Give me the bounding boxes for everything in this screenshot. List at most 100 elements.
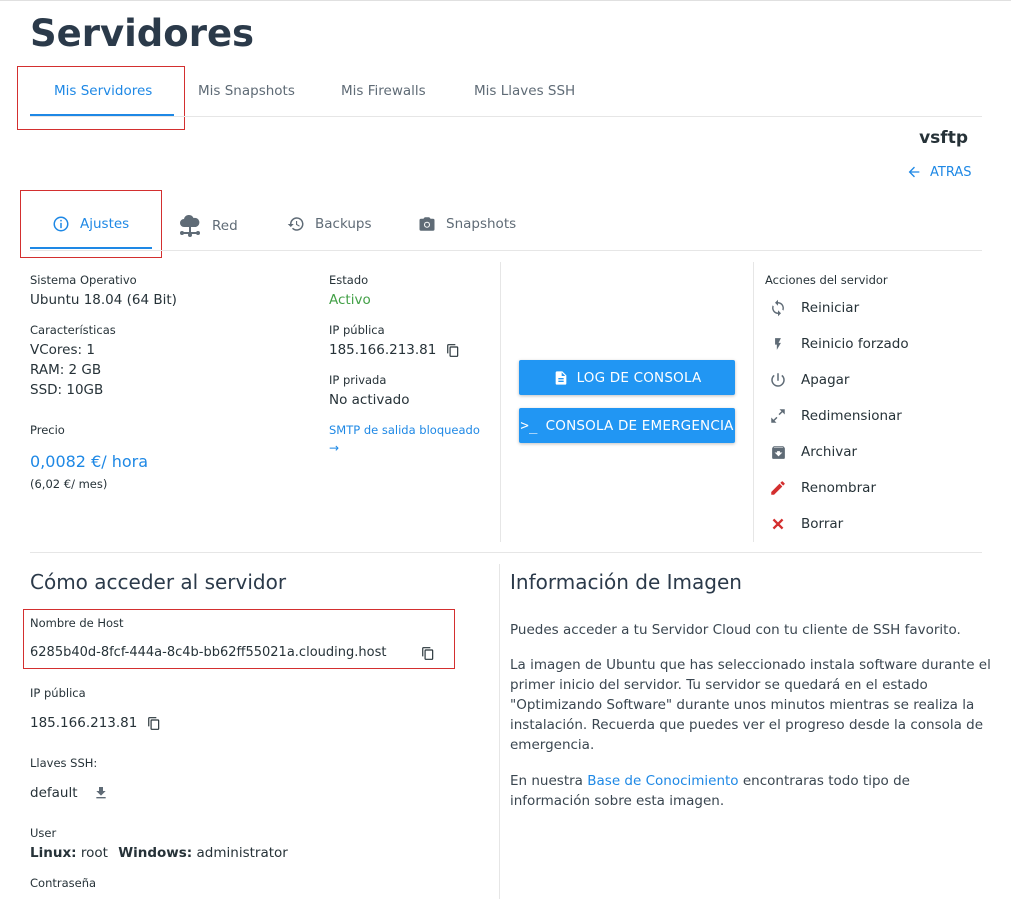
actions-title: Acciones del servidor (765, 273, 888, 287)
highlight-box (17, 66, 185, 130)
paragraph-line: emergencia. (510, 737, 595, 753)
back-link[interactable]: ATRAS (906, 164, 971, 180)
server-name: vsftp (919, 128, 968, 148)
vcores-value: VCores: 1 (30, 342, 95, 358)
subtabs-divider (30, 250, 982, 251)
tab-red[interactable]: Red (178, 214, 238, 238)
knowledge-base-link[interactable]: Base de Conocimiento (587, 773, 738, 789)
price-month: (6,02 €/ mes) (30, 477, 108, 491)
tab-backups[interactable]: Backups (287, 215, 372, 233)
price-hour: 0,0082 €/ hora (30, 452, 149, 471)
access-public-ip-value: 185.166.213.81 (30, 715, 138, 731)
features-label: Características (30, 323, 116, 337)
close-icon (767, 513, 789, 535)
os-value: Ubuntu 18.04 (64 Bit) (30, 292, 177, 308)
image-info-paragraph-3: En nuestra Base de Conocimiento encontra… (510, 771, 910, 811)
power-off-label: Apagar (801, 372, 850, 388)
os-label: Sistema Operativo (30, 273, 137, 287)
force-restart-action[interactable]: Reinicio forzado (767, 333, 909, 355)
highlight-box (20, 190, 162, 258)
power-icon (767, 369, 789, 391)
linux-label: Linux: (30, 845, 77, 861)
paragraph-line: "Optimizando Software" durante unos minu… (510, 697, 975, 713)
user-label: User (30, 826, 57, 840)
rename-label: Renombrar (801, 480, 876, 496)
column-divider (753, 262, 754, 542)
restart-label: Reiniciar (801, 300, 860, 316)
ssh-key-value: default (30, 785, 78, 801)
paragraph-text: En nuestra (510, 773, 588, 789)
restart-action[interactable]: Reiniciar (767, 297, 859, 319)
public-ip-value: 185.166.213.81 (329, 342, 437, 358)
status-value: Activo (329, 292, 371, 308)
delete-action[interactable]: Borrar (767, 513, 843, 535)
price-label: Precio (30, 423, 65, 437)
windows-user: administrator (196, 845, 288, 861)
password-label: Contraseña (30, 876, 97, 890)
tab-mis-llaves-ssh[interactable]: Mis Llaves SSH (474, 83, 575, 99)
history-icon (287, 215, 305, 233)
tab-red-label: Red (212, 218, 238, 234)
tabs-divider (30, 116, 982, 117)
paragraph-line: La imagen de Ubuntu que has seleccionado… (510, 657, 991, 673)
force-restart-label: Reinicio forzado (801, 336, 909, 352)
archive-icon (767, 441, 789, 463)
status-label: Estado (329, 273, 369, 287)
private-ip-label: IP privada (329, 373, 387, 387)
console-log-button[interactable]: LOG DE CONSOLA (519, 360, 735, 395)
column-divider (500, 262, 501, 542)
delete-label: Borrar (801, 516, 844, 532)
emergency-console-label: CONSOLA DE EMERGENCIA (545, 417, 734, 434)
hostname-value: 6285b40d-8fcf-444a-8c4b-bb62ff55021a.clo… (30, 645, 387, 660)
pencil-icon (767, 477, 789, 499)
rename-action[interactable]: Renombrar (767, 477, 876, 499)
bolt-icon (767, 333, 789, 355)
back-label: ATRAS (930, 164, 972, 180)
cloud-network-icon (178, 214, 202, 238)
top-border (0, 0, 1011, 1)
paragraph-text: encontraras todo tipo de (738, 773, 910, 789)
archive-action[interactable]: Archivar (767, 441, 857, 463)
resize-action[interactable]: Redimensionar (767, 405, 902, 427)
resize-icon (767, 405, 789, 427)
ssh-keys-label: Llaves SSH: (30, 756, 98, 770)
paragraph-line: instalación. Recuerda que puedes ver el … (510, 717, 984, 733)
console-log-label: LOG DE CONSOLA (576, 369, 702, 386)
public-ip-label: IP pública (329, 323, 385, 337)
archive-label: Archivar (801, 444, 858, 460)
tab-snapshots[interactable]: Snapshots (418, 215, 516, 233)
section-divider (30, 552, 982, 553)
camera-icon (418, 215, 436, 233)
ssd-value: SSD: 10GB (30, 382, 104, 398)
power-off-action[interactable]: Apagar (767, 369, 849, 391)
tab-mis-snapshots[interactable]: Mis Snapshots (198, 83, 295, 99)
windows-label: Windows: (118, 845, 193, 861)
ram-value: RAM: 2 GB (30, 362, 102, 378)
tab-backups-label: Backups (315, 216, 372, 232)
copy-icon[interactable] (446, 343, 460, 358)
image-info-paragraph-2: La imagen de Ubuntu que has seleccionado… (510, 655, 991, 755)
smtp-blocked-link[interactable]: SMTP de salida bloqueado (329, 423, 480, 437)
terminal-icon: >_ (520, 417, 538, 434)
resize-label: Redimensionar (801, 408, 902, 424)
smtp-arrow[interactable]: → (329, 441, 339, 455)
paragraph-line: primer inicio del servidor. Tu servidor … (510, 677, 928, 693)
copy-icon[interactable] (421, 646, 435, 661)
column-divider (499, 564, 500, 899)
copy-icon[interactable] (147, 716, 161, 731)
tab-mis-firewalls[interactable]: Mis Firewalls (341, 83, 426, 99)
document-icon (553, 369, 569, 387)
user-values: Linux: root Windows: administrator (30, 845, 288, 861)
image-info-paragraph-1: Puedes acceder a tu Servidor Cloud con t… (510, 622, 961, 638)
paragraph-line: información sobre esta imagen. (510, 793, 725, 809)
access-title: Cómo acceder al servidor (30, 570, 287, 594)
private-ip-value: No activado (329, 392, 410, 408)
emergency-console-button[interactable]: >_ CONSOLA DE EMERGENCIA (519, 408, 735, 443)
linux-user: root (80, 845, 108, 861)
hostname-label: Nombre de Host (30, 616, 124, 630)
page-title: Servidores (30, 12, 255, 55)
tab-snapshots-label: Snapshots (446, 216, 517, 232)
download-icon[interactable] (93, 784, 109, 802)
restart-icon (767, 297, 789, 319)
image-info-title: Información de Imagen (510, 570, 742, 594)
